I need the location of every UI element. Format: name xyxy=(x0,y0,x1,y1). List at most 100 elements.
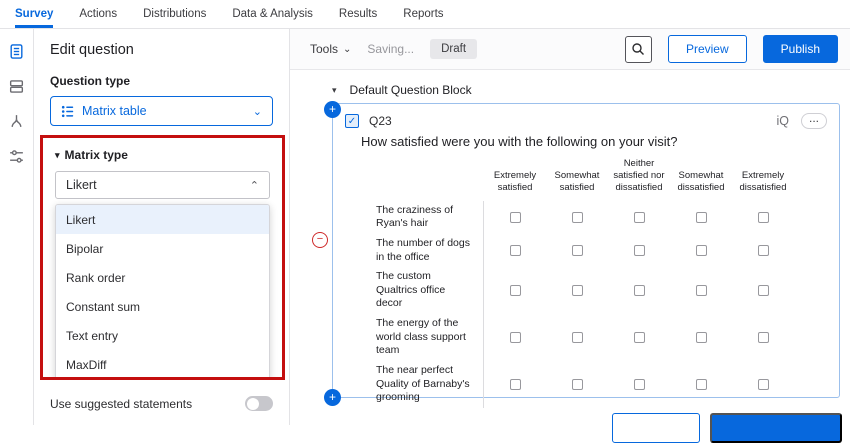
tab-results[interactable]: Results xyxy=(339,0,377,28)
tab-survey[interactable]: Survey xyxy=(15,0,53,28)
matrix-checkbox[interactable] xyxy=(510,332,521,343)
matrix-checkbox[interactable] xyxy=(696,212,707,223)
bottom-primary-button[interactable] xyxy=(710,413,842,443)
matrix-column-header[interactable]: Somewhat satisfied xyxy=(546,170,608,194)
matrix-table-icon xyxy=(61,105,74,118)
matrix-checkbox[interactable] xyxy=(634,285,645,296)
matrix-checkbox[interactable] xyxy=(634,332,645,343)
matrix-cell xyxy=(546,245,608,256)
tab-reports[interactable]: Reports xyxy=(403,0,443,28)
matrix-checkbox[interactable] xyxy=(758,285,769,296)
dropdown-option-constant-sum[interactable]: Constant sum xyxy=(56,292,269,321)
matrix-checkbox[interactable] xyxy=(572,332,583,343)
matrix-checkbox[interactable] xyxy=(510,245,521,256)
add-question-above-button[interactable]: + xyxy=(324,101,341,118)
matrix-checkbox[interactable] xyxy=(758,245,769,256)
matrix-checkbox[interactable] xyxy=(634,245,645,256)
dropdown-option-text-entry[interactable]: Text entry xyxy=(56,321,269,350)
matrix-cell xyxy=(732,212,794,223)
matrix-checkbox[interactable] xyxy=(696,332,707,343)
matrix-row-label[interactable]: The energy of the world class support te… xyxy=(376,314,483,361)
dropdown-option-rank-order[interactable]: Rank order xyxy=(56,263,269,292)
matrix-type-value: Likert xyxy=(66,178,97,192)
suggested-statements-row: Use suggested statements xyxy=(50,396,273,411)
matrix-column-header[interactable]: Neither satisfied nor dissatisfied xyxy=(608,158,670,194)
matrix-row-label[interactable]: The number of dogs in the office xyxy=(376,234,483,267)
matrix-checkbox[interactable] xyxy=(510,212,521,223)
matrix-cell xyxy=(670,212,732,223)
matrix-checkbox[interactable] xyxy=(758,332,769,343)
matrix-checkbox[interactable] xyxy=(634,379,645,390)
add-question-below-button[interactable]: + xyxy=(324,389,341,406)
matrix-column-header[interactable]: Somewhat dissatisfied xyxy=(670,170,732,194)
survey-canvas: ▾ Default Question Block + + − ✓ Q23 iQ … xyxy=(290,70,850,425)
matrix-cell xyxy=(484,379,546,390)
matrix-checkbox[interactable] xyxy=(696,379,707,390)
matrix-checkbox[interactable] xyxy=(696,285,707,296)
left-icon-rail xyxy=(0,29,34,425)
check-icon: ✓ xyxy=(348,116,356,127)
matrix-checkbox[interactable] xyxy=(572,285,583,296)
matrix-cell xyxy=(608,285,670,296)
editor-toolbar: Tools ⌄ Saving... Draft Preview Publish xyxy=(290,29,850,70)
question-header: ✓ Q23 iQ ... xyxy=(333,104,839,129)
question-menu-button[interactable]: ... xyxy=(801,113,827,129)
matrix-type-highlight-region: ▾ Matrix type Likert ⌃ Likert Bipolar Ra… xyxy=(40,135,285,380)
matrix-checkbox[interactable] xyxy=(758,212,769,223)
question-header-actions: iQ ... xyxy=(777,113,828,129)
matrix-type-select[interactable]: Likert ⌃ xyxy=(55,171,270,199)
matrix-cell xyxy=(608,379,670,390)
suggested-statements-toggle[interactable] xyxy=(245,396,273,411)
question-checkbox[interactable]: ✓ xyxy=(345,114,359,128)
matrix-checkbox[interactable] xyxy=(572,245,583,256)
matrix-type-dropdown: Likert Bipolar Rank order Constant sum T… xyxy=(55,204,270,380)
matrix-row: The craziness of Ryan's hair xyxy=(376,201,794,234)
matrix-checkbox[interactable] xyxy=(696,245,707,256)
tools-menu-button[interactable]: Tools ⌄ xyxy=(310,42,351,56)
matrix-cell xyxy=(546,212,608,223)
dropdown-option-maxdiff[interactable]: MaxDiff xyxy=(56,350,269,379)
question-block-header[interactable]: ▾ Default Question Block xyxy=(332,83,472,97)
matrix-row-label[interactable]: The near perfect Quality of Barnaby's gr… xyxy=(376,361,483,408)
matrix-cell xyxy=(484,332,546,343)
matrix-checkbox[interactable] xyxy=(572,379,583,390)
question-text[interactable]: How satisfied were you with the followin… xyxy=(361,134,827,149)
ellipsis-icon: ... xyxy=(809,115,819,121)
dropdown-option-likert[interactable]: Likert xyxy=(56,205,269,234)
matrix-cell xyxy=(670,285,732,296)
survey-flow-icon[interactable] xyxy=(7,111,27,131)
matrix-row-label[interactable]: The custom Qualtrics office decor xyxy=(376,267,483,314)
question-type-select[interactable]: Matrix table ⌄ xyxy=(50,96,273,126)
matrix-checkbox[interactable] xyxy=(572,212,583,223)
matrix-cell xyxy=(608,212,670,223)
top-navigation: Survey Actions Distributions Data & Anal… xyxy=(0,0,850,29)
matrix-type-label: Matrix type xyxy=(65,148,128,162)
matrix-header-row: Extremely satisfied Somewhat satisfied N… xyxy=(376,158,794,201)
survey-builder-icon[interactable] xyxy=(7,41,27,61)
matrix-cell xyxy=(484,245,546,256)
matrix-column-header[interactable]: Extremely dissatisfied xyxy=(732,170,794,194)
bottom-outline-button[interactable] xyxy=(612,413,700,443)
remove-question-button[interactable]: − xyxy=(312,232,328,248)
matrix-row-cells xyxy=(483,267,794,314)
blocks-icon[interactable] xyxy=(7,76,27,96)
dropdown-option-bipolar[interactable]: Bipolar xyxy=(56,234,269,263)
matrix-cell xyxy=(670,379,732,390)
matrix-row-label[interactable]: The craziness of Ryan's hair xyxy=(376,201,483,234)
matrix-checkbox[interactable] xyxy=(510,285,521,296)
matrix-row-cells xyxy=(483,361,794,408)
matrix-cell xyxy=(670,332,732,343)
tab-actions[interactable]: Actions xyxy=(79,0,117,28)
matrix-column-header[interactable]: Extremely satisfied xyxy=(484,170,546,194)
matrix-checkbox[interactable] xyxy=(758,379,769,390)
matrix-checkbox[interactable] xyxy=(510,379,521,390)
search-button[interactable] xyxy=(625,36,652,63)
tab-data-analysis[interactable]: Data & Analysis xyxy=(232,0,313,28)
publish-button[interactable]: Publish xyxy=(763,35,838,63)
matrix-type-section-toggle[interactable]: ▾ Matrix type xyxy=(55,148,270,162)
question-card: + + − ✓ Q23 iQ ... How satisfied were yo… xyxy=(332,103,840,398)
preview-button[interactable]: Preview xyxy=(668,35,747,63)
tab-distributions[interactable]: Distributions xyxy=(143,0,206,28)
survey-options-icon[interactable] xyxy=(7,146,27,166)
matrix-checkbox[interactable] xyxy=(634,212,645,223)
